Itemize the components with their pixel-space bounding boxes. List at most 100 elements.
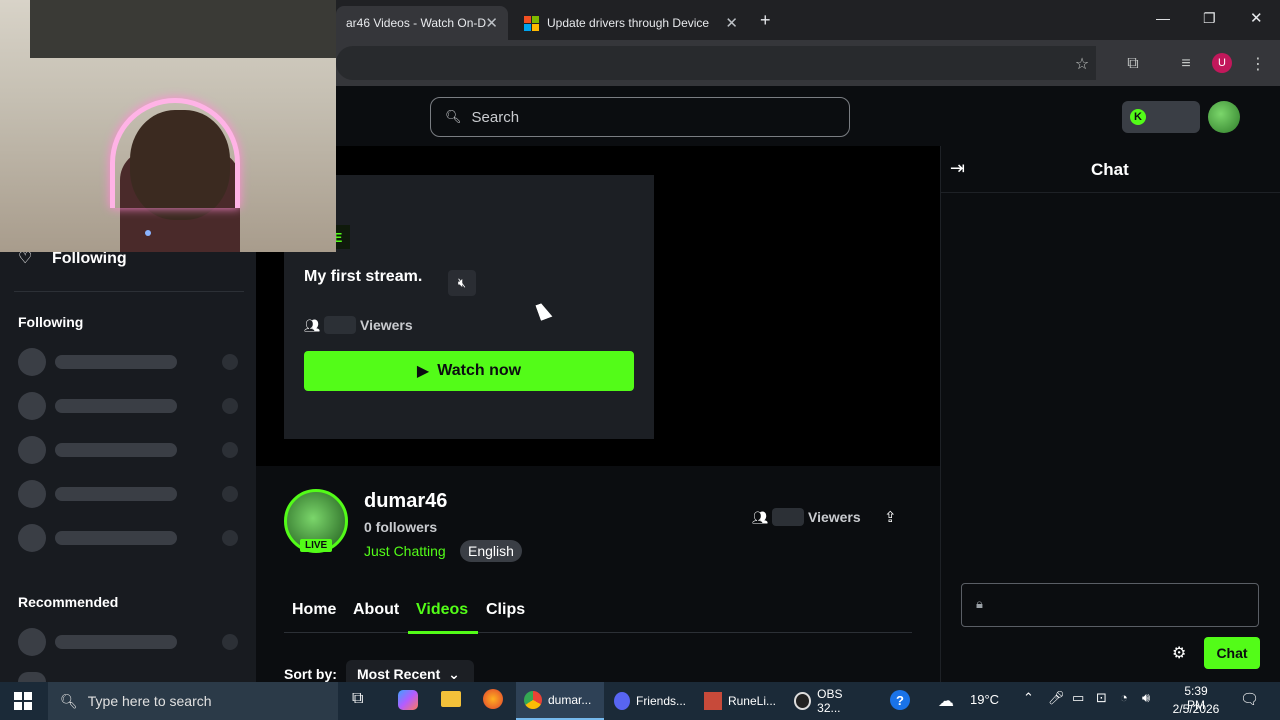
live-badge: LIVE [300, 539, 333, 552]
close-window-icon[interactable]: ✕ [1250, 9, 1263, 27]
skeleton-text [55, 635, 177, 649]
chat-settings-gear-icon[interactable]: ⚙ [1172, 643, 1186, 663]
language-tag[interactable]: English [460, 540, 522, 562]
taskbar-app-chrome[interactable]: dumar... [516, 682, 604, 720]
taskbar-search-box[interactable]: 🔍︎ Type here to search [48, 682, 338, 720]
picture-frame [30, 0, 336, 58]
mute-icon[interactable]: 🔇︎ [448, 270, 476, 296]
headphones-icon [110, 98, 240, 208]
following-nav-link[interactable]: Following [52, 250, 127, 268]
recommended-heading: Recommended [18, 594, 119, 610]
notification-icon[interactable]: 🗨︎ [1240, 690, 1259, 708]
share-icon[interactable]: ⇪ [884, 508, 897, 526]
stream-title: My first stream. [304, 268, 423, 285]
browser-menu-icon[interactable]: ⋮ [1246, 52, 1270, 76]
taskbar-app-label: Friends... [635, 694, 686, 708]
skeleton-avatar [18, 436, 46, 464]
tab-videos[interactable]: ar46 Videos - Watch On-De ✕ [336, 6, 508, 40]
taskbar-app-label: RuneLi... [727, 694, 776, 708]
taskbar-search-placeholder: Type here to search [87, 693, 212, 709]
microphone-icon[interactable]: 🎤︎ [1048, 690, 1065, 706]
camera-icon[interactable]: ⊡ [1096, 690, 1107, 706]
obs-icon [794, 692, 812, 710]
chat-send-button[interactable]: Chat [1204, 637, 1260, 669]
kick-button[interactable]: K [1122, 101, 1200, 133]
skeleton-avatar [18, 524, 46, 552]
address-bar[interactable] [336, 46, 1096, 80]
search-icon: 🔍︎ [60, 692, 78, 709]
skeleton-dot [222, 398, 238, 414]
skeleton-dot [222, 530, 238, 546]
tab-update-drivers[interactable]: Update drivers through Device ✕ [514, 6, 748, 40]
sort-value: Most Recent [357, 666, 441, 682]
wifi-icon[interactable]: ◔ [1120, 690, 1128, 705]
skeleton-avatar [18, 628, 46, 656]
followers-count: 0 followers [364, 519, 438, 535]
skeleton-avatar [18, 672, 46, 682]
discord-icon [614, 692, 630, 710]
tab-title: Update drivers through Device [547, 16, 709, 30]
skeleton-avatar [18, 348, 46, 376]
tab-about[interactable]: About [353, 601, 399, 619]
speaker-icon[interactable]: 🔊︎ [1142, 690, 1150, 706]
chat-header-divider [940, 192, 1280, 193]
channel-viewers-label: Viewers [808, 509, 861, 525]
skeleton-text [55, 443, 177, 457]
profile-avatar[interactable]: U [1212, 53, 1232, 73]
task-view-icon[interactable]: ⧉ [352, 690, 363, 708]
viewers-label: Viewers [360, 317, 413, 333]
viewer-count-skeleton [772, 508, 804, 526]
category-link[interactable]: Just Chatting [364, 543, 446, 559]
webcam-overlay [0, 0, 336, 252]
watch-now-button[interactable]: ▶ Watch now [304, 351, 634, 391]
extensions-icon[interactable]: ⧉ [1121, 52, 1145, 76]
chat-title: Chat [1091, 160, 1129, 179]
copilot-icon[interactable] [398, 690, 418, 710]
tab-home[interactable]: Home [292, 601, 336, 619]
skeleton-dot [222, 442, 238, 458]
taskbar-app-discord[interactable]: Friends... [606, 682, 694, 720]
bookmark-star-icon[interactable]: ☆ [1070, 52, 1094, 76]
search-icon: 🔍︎ [445, 109, 462, 124]
viewers-icon: 👥︎ [752, 510, 769, 525]
new-tab-button[interactable]: + [760, 10, 771, 31]
skeleton-avatar [18, 480, 46, 508]
minimize-icon[interactable]: — [1156, 10, 1170, 26]
tab-videos[interactable]: Videos [416, 601, 468, 619]
chat-input[interactable]: 🔒︎ [961, 583, 1259, 627]
battery-icon[interactable]: ▭ [1072, 690, 1084, 706]
skeleton-text [55, 531, 177, 545]
following-heading: Following [18, 314, 84, 330]
start-windows-icon[interactable] [14, 692, 32, 710]
help-icon[interactable]: ? [890, 690, 910, 710]
watch-now-label: Watch now [437, 362, 522, 379]
skeleton-avatar [18, 392, 46, 420]
viewers-icon: 👥︎ [304, 318, 321, 333]
tabs-divider [284, 632, 912, 633]
search-input[interactable]: 🔍︎ Search [430, 97, 850, 137]
media-controls-icon[interactable]: ≡ [1174, 52, 1198, 76]
close-tab-icon[interactable]: ✕ [725, 14, 738, 32]
divider [14, 291, 244, 292]
search-placeholder: Search [471, 108, 520, 126]
user-avatar[interactable] [1208, 101, 1240, 133]
collapse-chat-icon[interactable]: ⇥ [950, 158, 965, 179]
offline-stream-card [284, 175, 654, 439]
tray-chevron-up-icon[interactable]: ⌃ [1023, 690, 1034, 706]
restore-icon[interactable]: ❐ [1203, 10, 1216, 27]
taskbar-app-runelite[interactable]: RuneLi... [696, 682, 784, 720]
clock-date[interactable]: 2/5/2026 [1170, 702, 1222, 716]
skeleton-text [55, 487, 177, 501]
play-icon: ▶ [416, 363, 430, 380]
firefox-icon[interactable] [483, 689, 503, 709]
chrome-icon [524, 691, 542, 709]
tab-title: ar46 Videos - Watch On-De [346, 16, 486, 30]
sort-label: Sort by: [284, 666, 337, 682]
close-tab-icon[interactable]: ✕ [485, 14, 498, 32]
file-explorer-icon[interactable] [441, 691, 461, 707]
taskbar-app-obs[interactable]: OBS 32... [786, 682, 874, 720]
weather-temp[interactable]: 19°C [970, 692, 999, 707]
active-tab-indicator [408, 631, 478, 634]
skeleton-text [55, 355, 177, 369]
tab-clips[interactable]: Clips [486, 601, 525, 619]
